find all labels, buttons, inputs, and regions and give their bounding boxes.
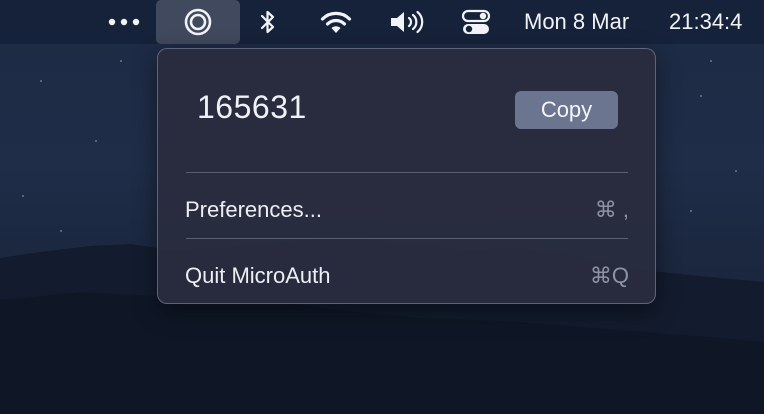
menubar-clock[interactable]: 21:34:4 — [669, 0, 764, 44]
menu-item-shortcut: ⌘ , — [594, 197, 629, 222]
control-center-item[interactable] — [458, 0, 494, 44]
time-label: 21:34:4 — [669, 9, 743, 34]
otp-code: 165631 — [197, 89, 307, 125]
menubar-date[interactable]: Mon 8 Mar — [524, 0, 656, 44]
volume-status-item[interactable] — [386, 0, 430, 44]
wifi-status-item[interactable] — [314, 0, 358, 44]
menu-separator — [186, 238, 628, 239]
speaker-volume-icon — [391, 10, 424, 34]
desktop-wallpaper: Mon 8 Mar 21:34:4 165631 Copy Preference… — [0, 0, 764, 414]
microauth-popup-menu: 165631 Copy Preferences... ⌘ , Quit Micr… — [157, 48, 656, 304]
menu-item-preferences[interactable]: Preferences... ⌘ , — [158, 185, 655, 233]
overflow-menu[interactable] — [103, 0, 145, 44]
date-label: Mon 8 Mar — [524, 9, 630, 34]
menu-item-label: Preferences... — [185, 197, 322, 222]
microauth-ring-icon — [184, 8, 212, 36]
microauth-status-item[interactable] — [156, 0, 240, 44]
control-center-toggle-icon — [461, 9, 491, 34]
menu-item-shortcut: ⌘Q — [589, 263, 629, 288]
wifi-icon — [320, 11, 352, 33]
menu-item-label: Quit MicroAuth — [185, 263, 331, 288]
copy-button[interactable]: Copy — [515, 91, 618, 129]
ellipsis-icon — [108, 18, 140, 26]
menu-item-quit[interactable]: Quit MicroAuth ⌘Q — [158, 251, 655, 299]
menu-bar: Mon 8 Mar 21:34:4 — [0, 0, 764, 44]
menu-separator — [186, 172, 628, 173]
bluetooth-status-item[interactable] — [254, 0, 282, 44]
bluetooth-icon — [260, 10, 275, 34]
